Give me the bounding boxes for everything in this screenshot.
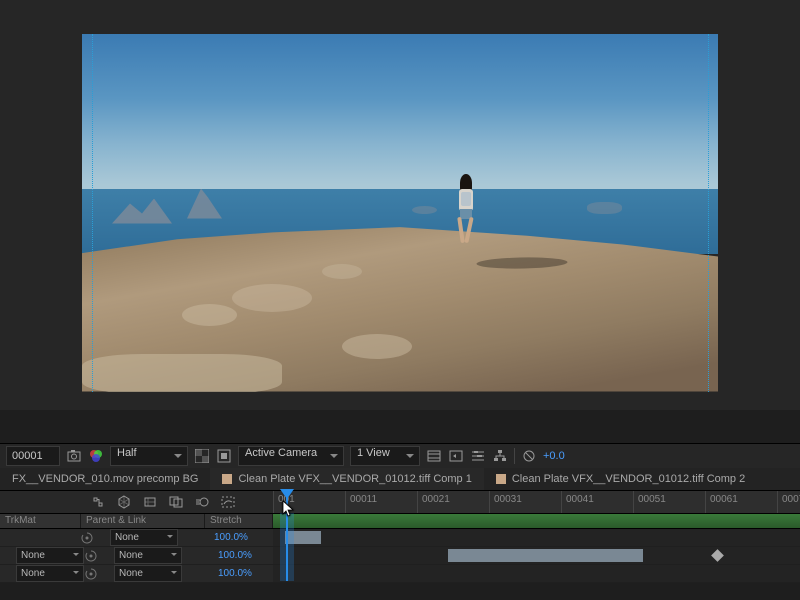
views-dropdown[interactable]: 1 View	[350, 446, 420, 466]
transparency-grid-icon[interactable]	[194, 448, 210, 464]
layer-bar[interactable]	[285, 531, 321, 544]
timeline-icon[interactable]	[470, 448, 486, 464]
ruler-tick: 00051	[633, 491, 705, 513]
pixel-aspect-icon[interactable]	[426, 448, 442, 464]
snapshot-icon[interactable]	[66, 448, 82, 464]
tab-comp-1[interactable]: Clean Plate VFX__VENDOR_01012.tiff Comp …	[210, 468, 483, 490]
trkmat-dropdown[interactable]: None	[16, 565, 84, 582]
ruler-tick: 00021	[417, 491, 489, 513]
layer-rows: None 100.0% None None 100.0% None None 1…	[0, 529, 800, 583]
comp-swatch-icon	[496, 474, 506, 484]
tab-comp-2[interactable]: Clean Plate VFX__VENDOR_01012.tiff Comp …	[484, 468, 757, 490]
parent-dropdown[interactable]: None	[114, 547, 182, 564]
ruler-tick: 00031	[489, 491, 561, 513]
ruler-tick: 00011	[345, 491, 417, 513]
parent-dropdown[interactable]: None	[110, 529, 178, 546]
layer-row[interactable]: None None 100.0%	[0, 547, 800, 565]
ruler-tick: 00061	[705, 491, 777, 513]
ruler-tick: 00071	[777, 491, 800, 513]
pickwhip-icon[interactable]	[84, 568, 98, 580]
time-ruler[interactable]: 001 00011 00021 00031 00041 00051 00061 …	[273, 491, 800, 513]
composition-viewer[interactable]	[0, 0, 800, 410]
stretch-value[interactable]: 100.0%	[208, 532, 248, 543]
timeline-tabs: FX__VENDOR_010.mov precomp BG Clean Plat…	[0, 468, 800, 491]
camera-dropdown[interactable]: Active Camera	[238, 446, 344, 466]
current-frame-field[interactable]: 00001	[6, 446, 60, 466]
layer-bar[interactable]	[448, 549, 643, 562]
work-area-bar[interactable]	[273, 514, 800, 529]
comp-mini-flowchart-icon[interactable]	[90, 494, 106, 510]
layer-column-headers: TrkMat Parent & Link Stretch	[0, 514, 273, 529]
col-trkmat[interactable]: TrkMat	[0, 514, 81, 528]
fast-previews-icon[interactable]	[448, 448, 464, 464]
motion-blur-icon[interactable]	[194, 494, 210, 510]
trkmat-dropdown[interactable]: None	[16, 547, 84, 564]
tab-precomp-bg[interactable]: FX__VENDOR_010.mov precomp BG	[0, 468, 210, 490]
viewer-toolbar: 00001 Half Active Camera 1 View +0.0	[0, 443, 800, 469]
pickwhip-icon[interactable]	[84, 550, 98, 562]
flowchart-icon[interactable]	[492, 448, 508, 464]
comp-swatch-icon	[222, 474, 232, 484]
stretch-value[interactable]: 100.0%	[212, 568, 252, 579]
graph-editor-icon[interactable]	[220, 494, 236, 510]
ruler-tick: 00041	[561, 491, 633, 513]
channels-icon[interactable]	[88, 448, 104, 464]
draft-3d-icon[interactable]	[116, 494, 132, 510]
mask-visibility-icon[interactable]	[216, 448, 232, 464]
layer-row[interactable]: None None 100.0%	[0, 565, 800, 583]
resolution-dropdown[interactable]: Half	[110, 446, 188, 466]
col-stretch[interactable]: Stretch	[205, 514, 273, 528]
exposure-value[interactable]: +0.0	[543, 450, 565, 462]
preview-canvas	[82, 34, 718, 392]
frame-blend-icon[interactable]	[168, 494, 184, 510]
col-parent[interactable]: Parent & Link	[81, 514, 205, 528]
keyframe-icon[interactable]	[711, 549, 724, 562]
hide-shy-icon[interactable]	[142, 494, 158, 510]
cursor-icon	[282, 500, 296, 518]
guide-line[interactable]	[708, 34, 709, 392]
guide-line[interactable]	[92, 34, 93, 392]
layer-row[interactable]: None 100.0%	[0, 529, 800, 547]
reset-exposure-icon[interactable]	[521, 448, 537, 464]
stretch-value[interactable]: 100.0%	[212, 550, 252, 561]
pickwhip-icon[interactable]	[80, 532, 94, 544]
parent-dropdown[interactable]: None	[114, 565, 182, 582]
